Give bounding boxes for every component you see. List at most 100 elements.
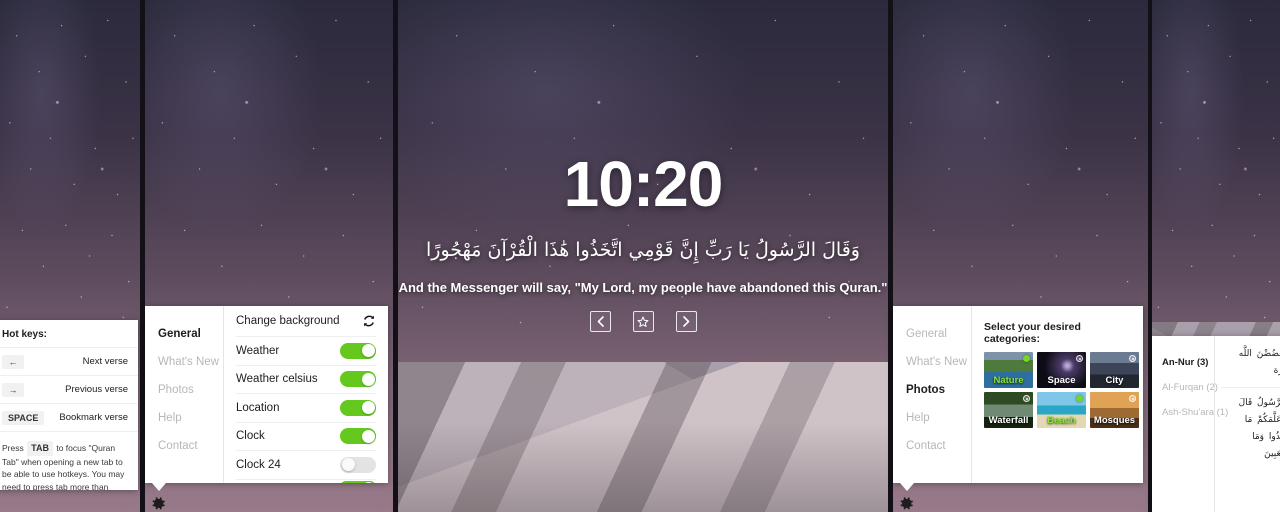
category-city[interactable]: City [1090,352,1139,388]
hotkeys-card: Hot keys: ← Next verse → Previous verse … [0,320,138,490]
surah-list: An-Nur (3) Al-Furqan (2) Ash-Shu'ara (1) [1152,336,1228,512]
photos-title: Select your desired categories: [984,321,1081,345]
setting-row-partial [236,480,376,483]
selected-dot-icon [1076,395,1083,402]
snowy-mountain-photo [398,362,888,512]
settings-nav-contact[interactable]: Contact [145,432,223,460]
settings-nav-whats-new[interactable]: What's New [145,348,223,376]
verse-line: وَعَلَّمَكُمْ مَا [1244,415,1280,426]
unselected-circle-icon [1129,355,1136,362]
verse-separator [1221,387,1280,389]
photos-nav-whats-new[interactable]: What's New [893,348,971,376]
photos-nav-photos[interactable]: Photos [893,376,971,404]
photos-card: General What's New Photos Help Contact S… [893,306,1143,483]
setting-row-weather-celsius: Weather celsius [236,366,376,394]
clock-toggle[interactable] [340,428,376,445]
surah-item-al-furqan[interactable]: Al-Furqan (2) [1162,375,1218,400]
previous-verse-button[interactable] [589,311,611,333]
partial-toggle[interactable] [340,480,376,483]
category-space[interactable]: Space [1037,352,1086,388]
setting-label: Clock 24 [236,458,281,471]
surah-card: An-Nur (3) Al-Furqan (2) Ash-Shu'ara (1)… [1152,336,1280,512]
photos-body: Select your desired categories: Nature S… [971,306,1143,483]
unselected-circle-icon [1129,395,1136,402]
category-nature[interactable]: Nature [984,352,1033,388]
category-beach[interactable]: Beach [1037,392,1086,428]
photos-nav: General What's New Photos Help Contact [893,306,971,483]
toggle-knob [361,429,375,443]
selected-dot-icon [1023,355,1030,362]
toggle-knob [361,482,375,483]
change-background-label: Change background [236,315,340,327]
new-tab-hero: 10:20 وَقَالَ الرَّسُولُ يَا رَبِّ إِنَّ… [398,148,888,333]
toggle-knob [361,401,375,415]
verse-translation-text: And the Messenger will say, "My Lord, my… [398,280,888,296]
change-background-row: Change background [236,306,376,337]
settings-card: General What's New Photos Help Contact C… [145,306,388,483]
verse-line: يَغْضُضْنَ اللَّه [1238,349,1280,359]
weather-toggle[interactable] [340,342,376,359]
setting-label: Clock [236,430,265,443]
surah-item-ash-shuara[interactable]: Ash-Shu'ara (1) [1162,400,1228,425]
chevron-left-icon [597,316,604,328]
setting-label: Weather [236,344,280,357]
hotkey-row: ← Next verse [0,347,138,375]
photos-nav-help[interactable]: Help [893,404,971,432]
settings-card-caret [152,483,166,491]
next-verse-button[interactable] [675,311,697,333]
surah-verse-pane: يَغْضُضْنَ اللَّه ـرَة الرَّسُولُ قَالَ … [1214,336,1280,512]
category-label: Waterfall [988,415,1029,426]
settings-nav-general[interactable]: General [145,320,223,348]
setting-label: Weather celsius [236,373,318,386]
category-label: Beach [1047,415,1076,426]
unselected-circle-icon [1076,355,1083,362]
clock-24-toggle[interactable] [340,456,376,473]
hotkey-key: ← [2,354,24,369]
setting-label: Location [236,401,280,414]
toggle-knob [361,372,375,386]
verse-line: الْعَبِينَ [1264,449,1280,460]
hotkeys-note-before: Press [2,443,24,453]
gear-icon[interactable] [151,496,166,511]
settings-nav-help[interactable]: Help [145,404,223,432]
verse-line: ـرَة [1273,366,1280,377]
hotkey-key: → [2,382,24,397]
gear-icon[interactable] [899,496,914,511]
refresh-icon[interactable] [362,314,376,328]
hotkeys-title: Hot keys: [2,329,48,340]
hotkey-action: Next verse [82,356,128,367]
category-waterfall[interactable]: Waterfall [984,392,1033,428]
chevron-right-icon [682,316,689,328]
hotkeys-note: Press TAB to focus "Quran Tab" when open… [0,431,138,490]
toggle-knob [341,458,355,472]
location-toggle[interactable] [340,399,376,416]
hotkey-key: SPACE [2,410,45,425]
photos-nav-contact[interactable]: Contact [893,432,971,460]
unselected-circle-icon [1023,395,1030,402]
setting-row-weather: Weather [236,337,376,366]
setting-row-clock-24: Clock 24 [236,451,376,480]
category-label: Space [1047,375,1076,386]
bookmark-verse-button[interactable] [632,311,654,333]
verse-arabic-text: وَقَالَ الرَّسُولُ يَا رَبِّ إِنَّ قَوْم… [426,239,860,261]
setting-row-clock: Clock [236,423,376,451]
category-label: Nature [993,375,1024,386]
photos-nav-general[interactable]: General [893,320,971,348]
photo-category-grid: Nature Space City Waterfall Beach Mosque… [984,352,1139,428]
star-icon [637,316,649,327]
settings-body: Change background Weather Weather celsiu… [223,306,388,483]
settings-nav: General What's New Photos Help Contact [145,306,223,483]
clock-display: 10:20 [563,148,724,220]
hotkey-action: Bookmark verse [59,412,128,423]
verse-line: خَذُوا وَمَا [1252,432,1280,443]
hotkey-row: → Previous verse [0,375,138,403]
verse-line: الرَّسُولُ قَالَ [1238,398,1280,409]
weather-celsius-toggle[interactable] [340,371,376,388]
category-label: Mosques [1093,415,1136,426]
category-mosques[interactable]: Mosques [1090,392,1139,428]
verse-navigation-controls [398,311,888,333]
hotkeys-note-key: TAB [27,441,53,457]
surah-item-an-nur[interactable]: An-Nur (3) [1162,350,1214,375]
hotkey-action: Previous verse [65,384,128,395]
settings-nav-photos[interactable]: Photos [145,376,223,404]
